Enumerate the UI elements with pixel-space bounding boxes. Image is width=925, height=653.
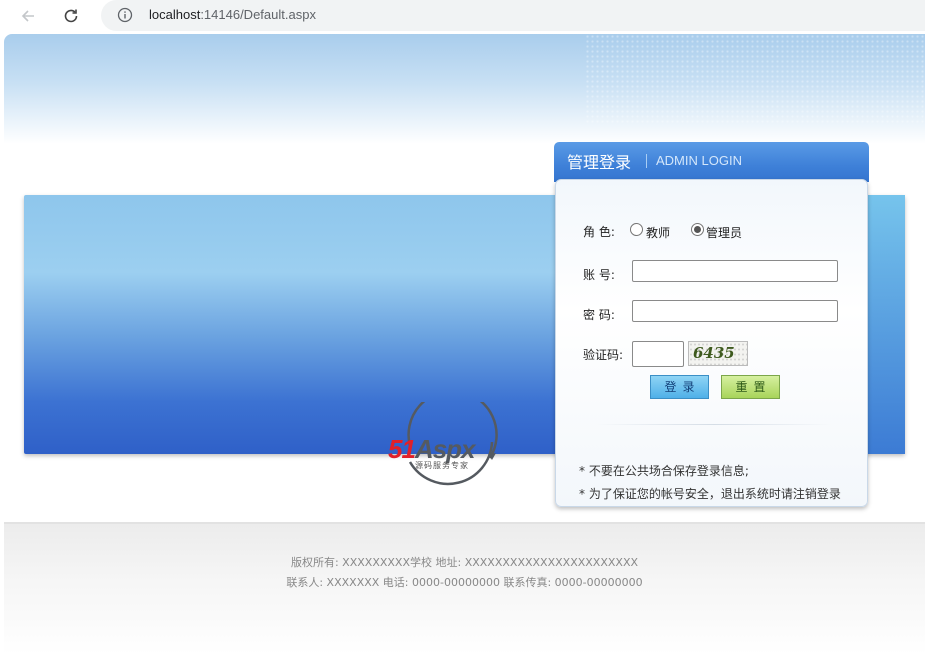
back-arrow-icon[interactable]	[16, 4, 40, 28]
password-input[interactable]	[632, 300, 838, 322]
header-background	[4, 34, 925, 144]
reload-icon[interactable]	[59, 4, 83, 28]
note-2: * 为了保证您的帐号安全，退出系统时请注销登录	[579, 487, 841, 501]
footer: 版权所有: XXXXXXXXX学校 地址: XXXXXXXXXXXXXXXXXX…	[4, 522, 925, 653]
browser-toolbar: localhost:14146/Default.aspx	[0, 0, 925, 32]
url-text: localhost:14146/Default.aspx	[149, 7, 316, 22]
captcha-label: 验证码:	[583, 348, 624, 362]
login-form: 角 色: 教师 管理员 账 号: 密 码: 验证码: 6435 登录 重置 * …	[555, 179, 868, 507]
site-info-icon[interactable]	[117, 7, 133, 23]
role-option-admin[interactable]: 管理员	[706, 224, 742, 241]
login-title: 管理登录	[567, 153, 632, 172]
logo-subtitle: 源码服务专家	[415, 461, 469, 470]
form-divider	[596, 424, 832, 425]
site-logo: 51Aspx 源码服务专家	[388, 402, 512, 494]
url-path: :14146/Default.aspx	[200, 7, 316, 22]
account-input[interactable]	[632, 260, 838, 282]
login-title-en: ADMIN LOGIN	[656, 153, 742, 168]
captcha-input[interactable]	[632, 341, 684, 367]
login-header: 管理登录 ADMIN LOGIN	[554, 142, 869, 182]
title-separator	[646, 154, 647, 168]
captcha-image-text: 6435	[693, 344, 735, 362]
role-option-teacher[interactable]: 教师	[646, 224, 670, 241]
password-label: 密 码:	[583, 308, 615, 322]
role-radio-teacher[interactable]	[630, 223, 643, 236]
reset-button[interactable]: 重置	[721, 375, 780, 399]
role-label: 角 色:	[583, 225, 615, 239]
account-label: 账 号:	[583, 268, 615, 282]
login-panel: 管理登录 ADMIN LOGIN 角 色: 教师 管理员 账 号: 密 码: 验…	[554, 142, 869, 507]
footer-contact: 联系人: XXXXXXX 电话: 0000-00000000 联系传真: 000…	[286, 576, 643, 589]
captcha-image[interactable]: 6435	[688, 341, 748, 366]
login-button[interactable]: 登录	[650, 375, 709, 399]
role-radio-admin[interactable]	[691, 223, 704, 236]
page-content: 51Aspx 源码服务专家 管理登录 ADMIN LOGIN 角 色: 教师 管…	[4, 34, 925, 653]
note-1: * 不要在公共场合保存登录信息;	[579, 464, 749, 478]
logo-part-51: 51	[388, 434, 416, 464]
world-map-pattern	[585, 34, 925, 124]
footer-copyright: 版权所有: XXXXXXXXX学校 地址: XXXXXXXXXXXXXXXXXX…	[290, 556, 639, 569]
url-host: localhost	[149, 7, 201, 22]
address-bar[interactable]: localhost:14146/Default.aspx	[101, 0, 925, 31]
